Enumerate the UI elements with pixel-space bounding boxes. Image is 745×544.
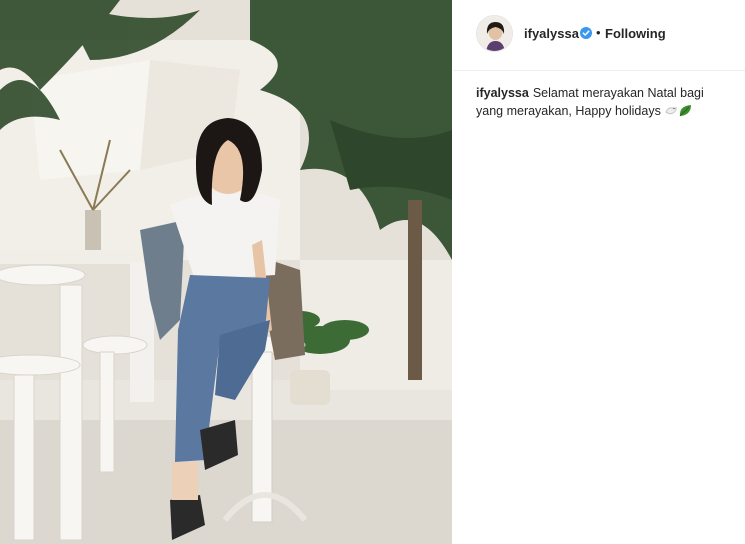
avatar-image xyxy=(477,16,512,51)
verified-badge-icon xyxy=(580,27,592,39)
avatar[interactable] xyxy=(476,15,513,52)
post-sidebar: ifyalyssa • Following ifyalyssa Selamat m… xyxy=(453,0,745,544)
post-photo[interactable] xyxy=(0,0,452,544)
post-author-username[interactable]: ifyalyssa xyxy=(524,26,579,41)
leaf-emoji-icon xyxy=(679,105,692,117)
following-button[interactable]: Following xyxy=(605,26,666,41)
dove-emoji-icon xyxy=(665,106,677,115)
post-caption: ifyalyssa Selamat merayakan Natal bagi ya… xyxy=(476,84,726,120)
post-header: ifyalyssa • Following xyxy=(453,0,745,71)
photo-illustration xyxy=(0,0,452,544)
follow-separator: • xyxy=(596,25,601,40)
caption-username[interactable]: ifyalyssa xyxy=(476,86,529,100)
